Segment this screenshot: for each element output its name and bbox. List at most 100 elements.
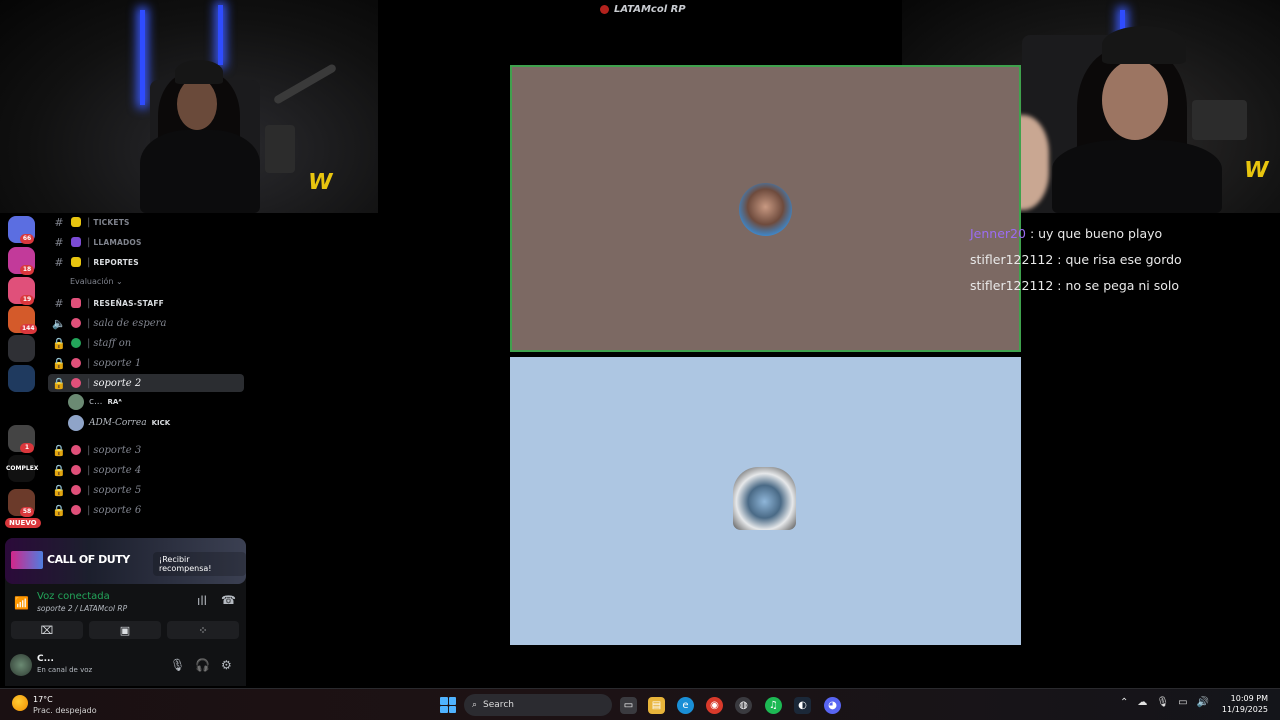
chat-text: : uy que bueno playo	[1025, 226, 1163, 241]
signal-icon[interactable]: 📶	[14, 596, 29, 610]
lock-icon: 🔒	[52, 443, 66, 457]
voice-tile-top[interactable]	[510, 65, 1021, 352]
separator: |	[87, 484, 91, 496]
camera-off-button[interactable]: ⌧	[11, 621, 83, 639]
promo-logo: CALL OF DUTY	[47, 553, 130, 566]
microphone-icon[interactable]: 🎙	[1156, 697, 1169, 708]
voice-channel-name[interactable]: soporte 2 / LATAMcol RP	[37, 604, 127, 613]
server-logo-icon	[600, 5, 609, 14]
separator: |	[87, 357, 91, 369]
channel-soporte-2[interactable]: 🔒 | soporte 2	[48, 374, 244, 392]
chevron-down-icon: ⌄	[116, 277, 123, 286]
person-cap	[175, 60, 223, 84]
steam-icon[interactable]: ◐	[794, 697, 811, 714]
lock-icon: 🔒	[52, 483, 66, 497]
search-icon: ⌕	[472, 700, 478, 710]
spotify-icon[interactable]: ♫	[765, 697, 782, 714]
chevron-up-icon[interactable]: ⌃	[1120, 697, 1128, 708]
user-panel: C... En canal de voz 🎙 🎧 ⚙	[5, 649, 246, 686]
channel-staff-on[interactable]: 🔒 | staff on	[48, 334, 244, 352]
channel-soporte-4[interactable]: 🔒 | soporte 4	[48, 461, 244, 479]
separator: |	[87, 337, 91, 349]
activities-button[interactable]: ⁘	[167, 621, 239, 639]
chat-username: stifler122112	[970, 252, 1054, 267]
chat-message: Jenner20 : uy que bueno playo	[970, 226, 1270, 252]
voice-user[interactable]: c... RAᴬ	[68, 393, 122, 411]
channel-reseñas-staff[interactable]: # | RESEÑAS-STAFF	[48, 294, 244, 312]
volume-icon[interactable]: 🔊	[1197, 697, 1209, 708]
gear-icon[interactable]: ⚙	[221, 658, 232, 672]
channel-label: REPORTES	[93, 257, 139, 267]
led-light	[140, 10, 145, 105]
server-icon-6[interactable]	[8, 365, 35, 392]
channel-emoji-icon	[71, 378, 81, 388]
lock-icon: 🔒	[52, 376, 66, 390]
channel-soporte-1[interactable]: 🔒 | soporte 1	[48, 354, 244, 372]
channel-tickets[interactable]: # | TICKETS	[48, 213, 244, 231]
led-light	[218, 5, 223, 65]
server-label-complex[interactable]: COMPLEX	[6, 465, 38, 472]
weather-temp[interactable]: 17°C	[33, 695, 53, 704]
network-icon[interactable]: ☁	[1137, 697, 1147, 708]
channel-llamados[interactable]: # | LLAMADOS	[48, 233, 244, 251]
headphones-icon[interactable]: 🎧	[195, 658, 210, 672]
avatar	[733, 467, 796, 530]
lock-icon: 🔒	[52, 463, 66, 477]
separator: |	[87, 256, 91, 268]
screen-share-button[interactable]: ▣	[89, 621, 161, 639]
category-evaluacion[interactable]: Evaluación ⌄	[70, 277, 123, 286]
obs-icon[interactable]: ◍	[735, 697, 752, 714]
channel-soporte-3[interactable]: 🔒 | soporte 3	[48, 441, 244, 459]
channel-label: soporte 4	[93, 464, 142, 476]
channel-soporte-6[interactable]: 🔒 | soporte 6	[48, 501, 244, 519]
disconnect-icon[interactable]: ☎	[221, 593, 236, 607]
taskbar-search[interactable]: ⌕ Search	[464, 694, 612, 716]
channel-label: soporte 1	[93, 357, 142, 369]
server-badge: 58	[20, 507, 34, 517]
channel-label: soporte 6	[93, 504, 142, 516]
server-badge: 66	[20, 234, 34, 244]
chrome-icon[interactable]: ◉	[706, 697, 723, 714]
avatar[interactable]	[10, 654, 32, 676]
chat-message: stifler122112 : no se pega ni solo	[970, 278, 1270, 304]
channel-reportes[interactable]: # | REPORTES	[48, 253, 244, 271]
task-view-icon[interactable]: ▭	[620, 697, 637, 714]
channel-label: soporte 2	[93, 377, 142, 389]
separator: |	[87, 504, 91, 516]
channel-emoji-icon	[71, 338, 81, 348]
start-button[interactable]	[440, 697, 456, 713]
discord-channel-list: Evaluación ⌄ # | TICKETS # | LLAMADOS # | REPORT…	[42, 213, 250, 538]
channel-emoji-icon	[71, 237, 81, 247]
clock-time[interactable]: 10:09 PM	[1226, 694, 1268, 703]
stream-screen: W LATAMcol RP W 66 18 19 144 1 58 COMPLEX NUEVO…	[0, 0, 1280, 720]
channel-soporte-5[interactable]: 🔒 | soporte 5	[48, 481, 244, 499]
claim-reward-button[interactable]: ¡Recibir recompensa!	[153, 552, 246, 576]
nuevo-badge[interactable]: NUEVO	[5, 518, 41, 528]
channel-label: sala de espera	[93, 317, 167, 329]
clock-date[interactable]: 11/19/2025	[1220, 705, 1268, 714]
channel-sala-de-espera[interactable]: 🔈 | sala de espera	[48, 314, 244, 332]
file-explorer-icon[interactable]: ▤	[648, 697, 665, 714]
screen-share-icon: ▣	[119, 623, 131, 637]
separator: |	[87, 444, 91, 456]
edge-icon[interactable]: e	[677, 697, 694, 714]
lock-icon: 🔒	[52, 356, 66, 370]
noise-suppression-icon[interactable]: ıll	[197, 594, 207, 608]
person-face	[177, 78, 217, 130]
display-icon[interactable]: ▭	[1178, 697, 1187, 708]
channel-emoji-icon	[71, 465, 81, 475]
microphone-icon[interactable]: 🎙	[170, 658, 185, 672]
voice-tile-bottom[interactable]	[510, 357, 1021, 645]
chat-username: Jenner20	[970, 226, 1026, 241]
voice-user[interactable]: ADM-Correa KICK	[68, 414, 170, 432]
windows-taskbar: 17°C Prac. despejado ⌕ Search ▭ ▤ e ◉ ◍ …	[0, 688, 1280, 720]
weather-icon[interactable]	[12, 695, 28, 711]
weather-desc[interactable]: Prac. despejado	[33, 706, 97, 715]
server-icon-5[interactable]	[8, 335, 35, 362]
avatar	[68, 394, 84, 410]
system-tray: ⌃ ☁ 🎙 ▭ 🔊	[1120, 697, 1209, 708]
promo-banner[interactable]: CALL OF DUTY ¡Recibir recompensa!	[5, 538, 246, 584]
discord-icon[interactable]: ◕	[824, 697, 841, 714]
channel-label: RESEÑAS-STAFF	[93, 298, 164, 308]
channel-label: soporte 3	[93, 444, 142, 456]
